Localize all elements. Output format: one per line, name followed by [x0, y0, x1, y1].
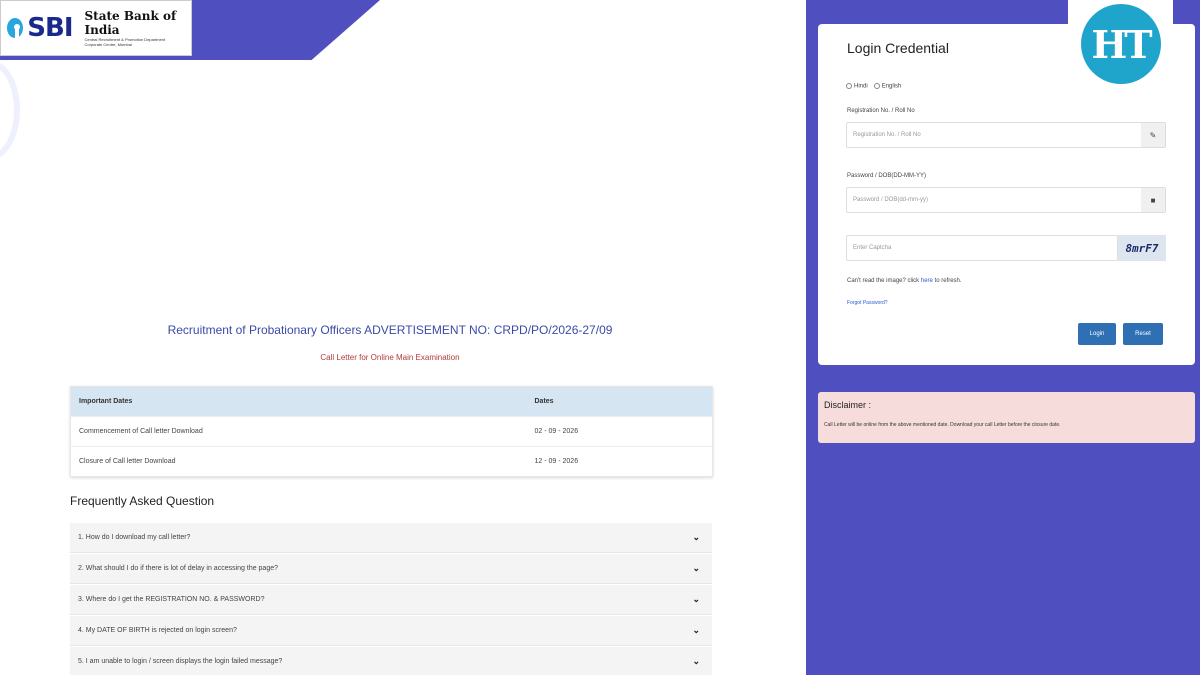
faq-heading: Frequently Asked Question	[70, 494, 215, 508]
chevron-down-icon[interactable]: ⌄	[692, 594, 700, 605]
advertisement-title: Recruitment of Probationary Officers ADV…	[167, 323, 613, 337]
lang-hindi-option[interactable]: Hindi	[846, 83, 868, 90]
table-cell: 02 - 09 - 2026	[526, 416, 713, 447]
sbi-keyhole-icon	[7, 18, 24, 39]
disclaimer-title: Disclaimer :	[824, 400, 872, 410]
decorative-arc	[0, 60, 20, 160]
table-header-row: Important Dates Dates	[70, 386, 713, 417]
password-label: Password / DOB(DD-MM-YY)	[847, 173, 927, 179]
faq-item[interactable]: 1. How do I download my call letter? ⌄	[70, 523, 712, 553]
table-header: Important Dates	[70, 386, 527, 417]
chevron-down-icon[interactable]: ⌄	[692, 656, 700, 667]
forgot-password-link[interactable]: Forgot Password?	[847, 300, 888, 306]
registration-placeholder: Registration No. / Roll No	[853, 132, 921, 138]
table-row: Closure of Call letter Download 12 - 09 …	[70, 446, 713, 477]
faq-question: 5. I am unable to login / screen display…	[78, 658, 283, 665]
important-dates-table: Important Dates Dates Commencement of Ca…	[70, 386, 713, 477]
lang-english-option[interactable]: English	[873, 83, 902, 90]
login-button[interactable]: Login	[1078, 323, 1116, 345]
registration-input[interactable]: Registration No. / Roll No ✎	[846, 122, 1166, 148]
login-title: Login Credential	[847, 40, 949, 56]
dept-line-2: Corporate Centre, Mumbai	[84, 42, 132, 47]
chevron-down-icon[interactable]: ⌄	[692, 563, 700, 574]
disclaimer-text: Call Letter will be online from the abov…	[824, 422, 1061, 428]
password-input[interactable]: Password / DOB(dd-mm-yy) ■	[846, 187, 1166, 213]
faq-item[interactable]: 4. My DATE OF BIRTH is rejected on login…	[70, 616, 712, 646]
sbi-logo-text: SBI	[27, 13, 73, 43]
radio-icon[interactable]	[846, 83, 852, 89]
table-header: Dates	[526, 386, 713, 417]
faq-question: 1. How do I download my call letter?	[78, 534, 191, 541]
faq-question: 4. My DATE OF BIRTH is rejected on login…	[78, 627, 237, 634]
radio-icon[interactable]	[873, 83, 880, 89]
ht-logo-icon: HT	[1080, 4, 1161, 84]
chevron-down-icon[interactable]: ⌄	[692, 532, 700, 543]
lang-english-label: English	[881, 83, 902, 90]
faq-item[interactable]: 2. What should I do if there is lot of d…	[70, 554, 712, 584]
faq-list: 1. How do I download my call letter? ⌄ 2…	[70, 523, 712, 675]
faq-question: 3. Where do I get the REGISTRATION NO. &…	[78, 596, 265, 603]
captcha-placeholder: Enter Captcha	[853, 245, 892, 251]
faq-item[interactable]: 5. I am unable to login / screen display…	[70, 647, 712, 675]
lang-hindi-label: Hindi	[854, 83, 868, 90]
page-subtitle: Call Letter for Online Main Examination	[320, 353, 460, 362]
sbi-logo[interactable]: SBI State Bank of India Central Recruitm…	[0, 0, 192, 56]
sbi-name-block: State Bank of India Central Recruitment …	[85, 9, 192, 47]
table-cell: 12 - 09 - 2026	[526, 446, 713, 477]
faq-item[interactable]: 3. Where do I get the REGISTRATION NO. &…	[70, 585, 712, 615]
table-cell: Commencement of Call letter Download	[70, 416, 527, 447]
pencil-icon: ✎	[1141, 123, 1165, 147]
reset-button[interactable]: Reset	[1123, 323, 1163, 345]
bank-name: State Bank of India	[84, 9, 177, 37]
refresh-suffix: to refresh.	[932, 278, 962, 284]
ht-watermark: HT	[1068, 0, 1173, 88]
table-row: Commencement of Call letter Download 02 …	[70, 416, 713, 447]
refresh-link[interactable]: here	[921, 278, 933, 284]
password-placeholder: Password / DOB(dd-mm-yy)	[853, 197, 929, 203]
lock-icon: ■	[1141, 188, 1165, 212]
captcha-image: 8mrF7	[1118, 235, 1166, 261]
language-selector: Hindi English	[846, 83, 901, 90]
captcha-input[interactable]: Enter Captcha	[846, 235, 1118, 261]
disclaimer-box: Disclaimer : Call Letter will be online …	[818, 392, 1195, 443]
captcha-refresh-text: Can't read the image? click here to refr…	[847, 278, 962, 284]
table-cell: Closure of Call letter Download	[70, 446, 527, 477]
refresh-prefix: Can't read the image? click	[847, 278, 921, 284]
registration-label: Registration No. / Roll No	[847, 108, 915, 114]
faq-question: 2. What should I do if there is lot of d…	[78, 565, 279, 572]
chevron-down-icon[interactable]: ⌄	[692, 625, 700, 636]
